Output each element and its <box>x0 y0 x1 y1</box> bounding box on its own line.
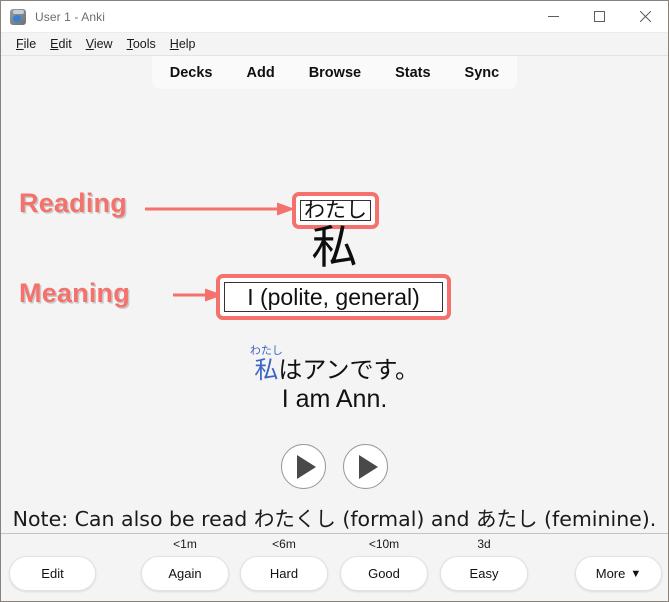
toolbar-item-stats[interactable]: Stats <box>395 65 430 81</box>
toolbar-item-browse[interactable]: Browse <box>309 65 361 81</box>
anki-app-icon <box>10 8 26 25</box>
meaning-inner-frame: I (polite, general) <box>224 282 443 312</box>
card-meaning-text: I (polite, general) <box>247 283 420 310</box>
answer-bar: Edit <1m Again <6m Hard <10m Good 3d Eas… <box>1 533 668 601</box>
menu-tools-rest: ools <box>132 37 156 51</box>
more-button-label: More <box>595 566 626 581</box>
answer-button-easy[interactable]: Easy <box>440 556 528 591</box>
reading-inner-frame: わたし <box>300 200 371 221</box>
annotation-arrow-reading-icon <box>145 202 295 216</box>
play-audio-2[interactable] <box>343 444 388 489</box>
top-toolbar-region: Decks Add Browse Stats Sync <box>1 56 668 92</box>
example-rest: はアンです。 <box>278 356 420 384</box>
menu-view-rest: iew <box>93 37 113 51</box>
play-audio-1[interactable] <box>281 444 326 489</box>
answer-button-good[interactable]: Good <box>340 556 428 591</box>
example-translation: I am Ann. <box>281 385 388 413</box>
card-kanji-text: 私 <box>311 220 358 274</box>
menu-bar: File Edit View Tools Help <box>1 33 668 56</box>
title-bar: User 1 - Anki <box>1 1 668 33</box>
interval-good: <10m <box>368 537 400 551</box>
answer-button-hard[interactable]: Hard <box>240 556 328 591</box>
example-sentence: 私わたしはアンです。 <box>1 344 668 385</box>
maximize-icon[interactable] <box>576 1 622 32</box>
window-title: User 1 - Anki <box>35 9 105 24</box>
annotation-label-meaning: Meaning <box>19 278 130 308</box>
example-ruby: 私わたし <box>250 345 283 384</box>
card-note-line-1: Note: Can also be read わたくし (formal) and… <box>12 507 657 531</box>
close-icon[interactable] <box>622 1 668 32</box>
edit-button[interactable]: Edit <box>9 556 96 591</box>
card-note: Note: Can also be read わたくし (formal) and… <box>1 505 668 533</box>
audio-buttons-row <box>1 444 668 489</box>
top-toolbar: Decks Add Browse Stats Sync <box>151 56 518 89</box>
answer-button-again[interactable]: Again <box>141 556 229 591</box>
menu-item-help[interactable]: Help <box>163 35 203 53</box>
interval-hard: <6m <box>272 537 296 551</box>
card-reading-text: わたし <box>304 199 367 222</box>
anki-main-window: User 1 - Anki File Edit View Tools Help … <box>0 0 669 602</box>
example-furigana: わたし <box>249 344 283 357</box>
play-icon <box>297 454 316 479</box>
menu-file-rest: ile <box>23 37 37 51</box>
menu-item-edit[interactable]: Edit <box>43 35 79 53</box>
interval-again: <1m <box>173 537 197 551</box>
interval-easy: 3d <box>477 537 491 551</box>
annotation-label-reading: Reading <box>19 188 127 218</box>
toolbar-item-sync[interactable]: Sync <box>465 65 500 81</box>
menu-item-tools[interactable]: Tools <box>120 35 163 53</box>
toolbar-item-decks[interactable]: Decks <box>170 65 213 81</box>
menu-edit-rest: dit <box>58 37 72 51</box>
menu-item-file[interactable]: File <box>9 35 43 53</box>
meaning-highlight-box: I (polite, general) <box>216 274 451 320</box>
window-controls <box>530 1 668 32</box>
toolbar-item-add[interactable]: Add <box>247 65 275 81</box>
menu-help-rest: elp <box>178 37 196 51</box>
card-content-area: Reading わたし 私 Meaning I (polite, general… <box>1 92 668 533</box>
play-icon <box>359 454 378 479</box>
chevron-down-icon: ▼ <box>630 567 642 580</box>
more-button[interactable]: More ▼ <box>575 556 662 591</box>
menu-item-view[interactable]: View <box>79 35 120 53</box>
minimize-icon[interactable] <box>530 1 576 32</box>
